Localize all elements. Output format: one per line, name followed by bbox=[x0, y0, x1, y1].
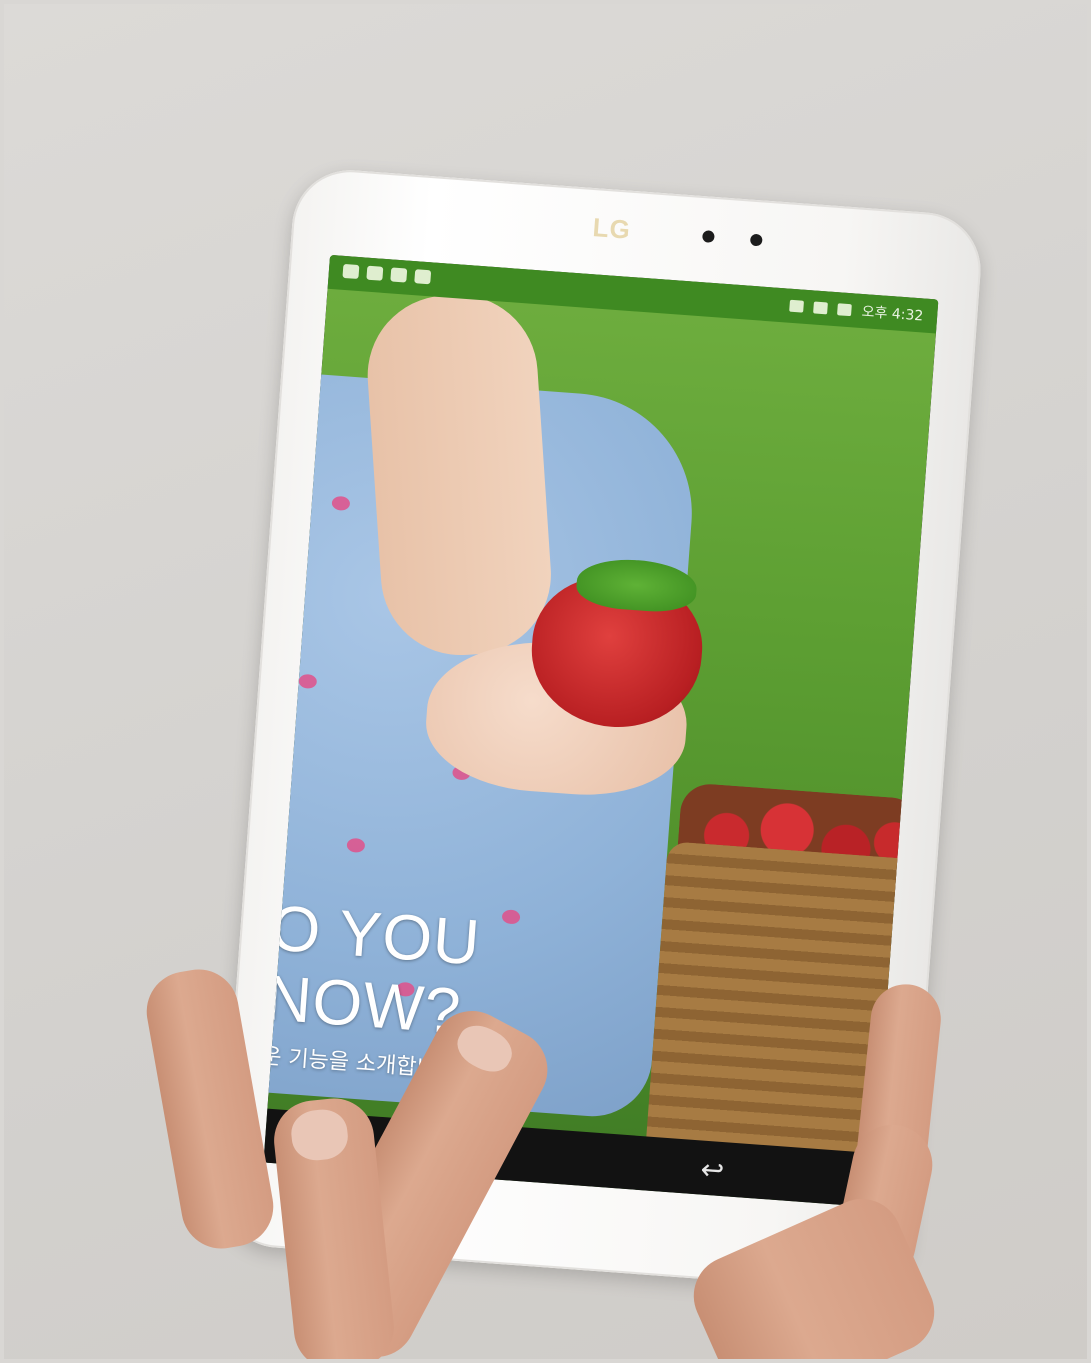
brand-logo: LG bbox=[591, 212, 632, 245]
notification-icons bbox=[342, 263, 432, 285]
tablet-screen: 오후 4:32 O YOU NOW? 운 기능을 소개합니다 ↩ bbox=[263, 254, 939, 1208]
wifi-icon bbox=[813, 301, 829, 315]
alarm-icon bbox=[789, 299, 805, 313]
wallpaper-arm bbox=[362, 289, 557, 661]
battery-icon bbox=[837, 303, 853, 317]
back-icon[interactable]: ↩ bbox=[699, 1153, 725, 1188]
notification-icon bbox=[342, 263, 360, 280]
front-camera bbox=[702, 230, 715, 243]
notification-icon bbox=[366, 265, 384, 281]
sensor bbox=[749, 233, 763, 247]
notification-icon bbox=[414, 269, 432, 285]
status-time: 오후 4:32 bbox=[861, 303, 924, 325]
notification-icon bbox=[390, 267, 408, 283]
status-right: 오후 4:32 bbox=[789, 296, 924, 326]
photo-frame: LG 오후 4:32 O YOU NOW? 운 기능을 소개합니다 ↩ bbox=[4, 4, 1087, 1359]
